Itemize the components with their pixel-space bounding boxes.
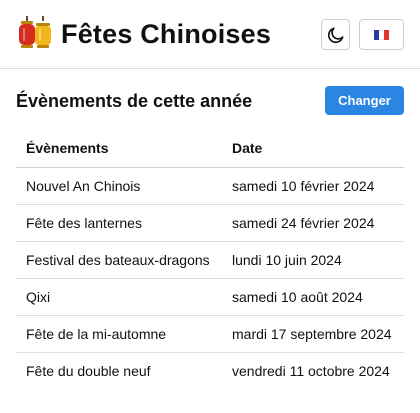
event-name: Festival des bateaux-dragons <box>16 241 222 279</box>
event-date: mardi 17 septembre 2024 <box>222 315 404 353</box>
table-row: Fête de la mi-automne mardi 17 septembre… <box>16 315 404 353</box>
event-name: Qixi <box>16 278 222 316</box>
column-header-date: Date <box>222 130 404 168</box>
event-name: Fête de la mi-automne <box>16 315 222 353</box>
event-date: samedi 10 février 2024 <box>222 167 404 205</box>
table-row: Festival des bateaux-dragons lundi 10 ju… <box>16 241 404 279</box>
table-row: Fête des lanternes samedi 24 février 202… <box>16 204 404 242</box>
moon-icon <box>327 27 343 43</box>
event-name: Fête du double neuf <box>26 362 151 379</box>
table-row: Qixi samedi 10 août 2024 <box>16 278 404 316</box>
chinese-lantern-icon <box>19 16 51 48</box>
event-date: lundi 10 juin 2024 <box>222 241 404 279</box>
language-button[interactable] <box>359 19 404 50</box>
event-name: Nouvel An Chinois <box>16 167 222 205</box>
theme-toggle-button[interactable] <box>321 19 350 50</box>
events-table: Évènements Date Nouvel An Chinois samedi… <box>16 130 404 389</box>
table-header-row: Évènements Date <box>16 130 404 168</box>
event-date: vendredi 11 octobre 2024 <box>232 362 390 379</box>
table-row: Fête du double neuf vendredi 11 octobre … <box>16 352 404 389</box>
french-flag-icon <box>374 29 389 40</box>
app-header: Fêtes Chinoises <box>0 0 420 69</box>
table-row: Nouvel An Chinois samedi 10 février 2024 <box>16 167 404 205</box>
app-title: Fêtes Chinoises <box>61 19 272 49</box>
event-date: samedi 24 février 2024 <box>222 204 404 242</box>
column-header-events: Évènements <box>16 130 222 168</box>
event-name: Fête des lanternes <box>16 204 222 242</box>
change-button[interactable]: Changer <box>325 86 404 115</box>
section-title: Évènements de cette année <box>16 91 253 111</box>
event-date: samedi 10 août 2024 <box>222 278 404 316</box>
